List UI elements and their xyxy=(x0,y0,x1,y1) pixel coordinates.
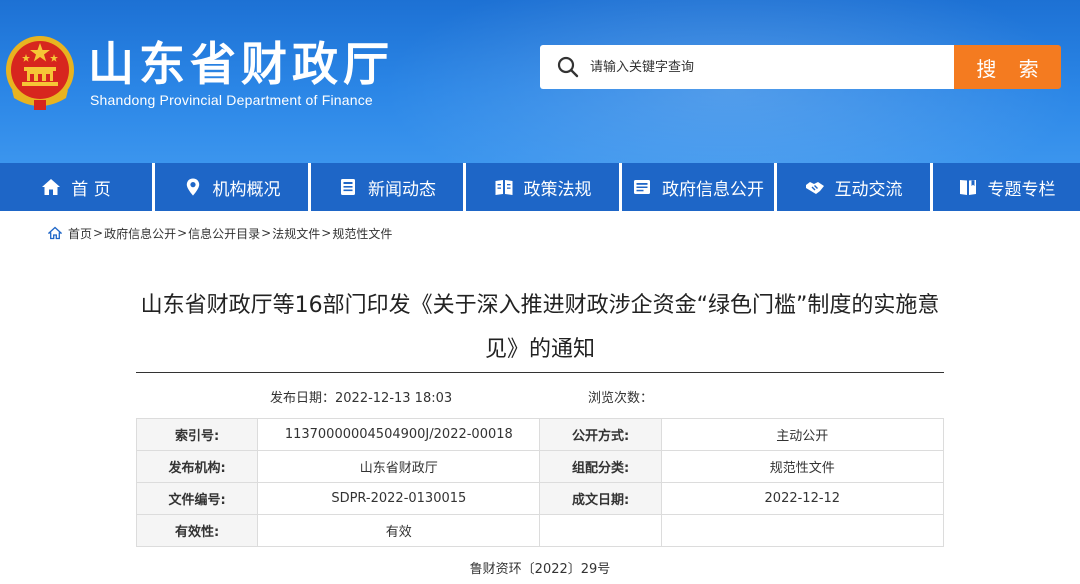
table-row: 有效性: 有效 xyxy=(135,514,945,547)
article-title: 山东省财政厅等16部门印发《关于深入推进财政涉企资金“绿色门槛”制度的实施意见》… xyxy=(140,293,940,362)
table-key: 索引号: xyxy=(135,418,259,451)
nav-item-policy[interactable]: 政策法规 xyxy=(466,163,619,211)
search-input[interactable] xyxy=(590,45,940,89)
table-key: 发布机构: xyxy=(135,450,259,483)
table-key: 公开方式: xyxy=(539,418,662,451)
national-emblem-icon[interactable] xyxy=(4,34,76,112)
table-key: 成文日期: xyxy=(539,482,662,515)
table-value xyxy=(660,514,945,547)
article-meta: 发布日期：2022-12-13 18:03 浏览次数： xyxy=(136,387,944,407)
book-icon xyxy=(495,180,512,195)
nav-item-home[interactable]: 首 页 xyxy=(0,163,152,211)
table-row: 文件编号: SDPR-2022-0130015 成文日期: 2022-12-12 xyxy=(135,482,945,515)
breadcrumb-separator: > xyxy=(177,226,188,240)
table-key xyxy=(539,514,662,547)
nav-item-label: 新闻动态 xyxy=(368,179,436,200)
table-key: 组配分类: xyxy=(539,450,662,483)
breadcrumb-link-home[interactable]: 首页 xyxy=(68,225,92,242)
breadcrumb-link-normative[interactable]: 规范性文件 xyxy=(332,225,392,242)
info-table: 索引号: 11370000004504900J/2022-00018 公开方式:… xyxy=(135,418,945,547)
table-value: 有效 xyxy=(257,514,541,547)
table-row: 发布机构: 山东省财政厅 组配分类: 规范性文件 xyxy=(135,450,945,483)
nav-item-label: 政策法规 xyxy=(523,179,592,200)
search-box xyxy=(540,45,954,89)
home-icon xyxy=(42,179,61,195)
handshake-icon xyxy=(805,182,824,194)
nav-item-label: 政府信息公开 xyxy=(662,179,764,200)
breadcrumb-link-catalog[interactable]: 信息公开目录 xyxy=(188,225,260,242)
breadcrumb-separator: > xyxy=(321,226,332,240)
nav-item-label: 专题专栏 xyxy=(987,179,1056,200)
main-nav: 首 页 机构概况 新闻动态 政策法规 政府信息公开 互动交流 专题专栏 xyxy=(0,163,1080,211)
breadcrumb: 首页 > 政府信息公开 > 信息公开目录 > 法规文件 > 规范性文件 xyxy=(48,224,392,242)
publish-date: 发布日期：2022-12-13 18:03 xyxy=(270,391,453,406)
info-icon xyxy=(634,180,650,194)
nav-item-news[interactable]: 新闻动态 xyxy=(311,163,463,211)
news-icon xyxy=(341,179,355,195)
view-count: 浏览次数： xyxy=(588,391,654,406)
table-value: 2022-12-12 xyxy=(660,482,945,515)
breadcrumb-link-regulations[interactable]: 法规文件 xyxy=(272,225,320,242)
nav-item-label: 互动交流 xyxy=(834,179,903,200)
breadcrumb-link-gov-info[interactable]: 政府信息公开 xyxy=(104,225,176,242)
table-row: 索引号: 11370000004504900J/2022-00018 公开方式:… xyxy=(135,418,945,451)
breadcrumb-separator: > xyxy=(93,226,104,240)
table-value: SDPR-2022-0130015 xyxy=(257,482,541,515)
table-value: 11370000004504900J/2022-00018 xyxy=(257,418,541,451)
title-divider xyxy=(136,372,944,373)
bookmark-icon xyxy=(959,180,976,195)
breadcrumb-home-icon xyxy=(48,226,62,240)
table-value: 主动公开 xyxy=(660,418,945,451)
site-subtitle: Shandong Provincial Department of Financ… xyxy=(90,92,373,108)
location-pin-icon xyxy=(186,178,199,196)
nav-item-label: 首 页 xyxy=(71,179,111,200)
nav-item-special[interactable]: 专题专栏 xyxy=(933,163,1080,211)
document-number: 鲁财资环〔2022〕29号 xyxy=(469,562,611,577)
table-key: 文件编号: xyxy=(135,482,259,515)
search-button[interactable]: 搜 索 xyxy=(954,45,1061,89)
nav-item-about[interactable]: 机构概况 xyxy=(155,163,308,211)
nav-item-interaction[interactable]: 互动交流 xyxy=(777,163,930,211)
nav-item-gov-info[interactable]: 政府信息公开 xyxy=(622,163,774,211)
table-value: 规范性文件 xyxy=(660,450,945,483)
site-title[interactable]: 山东省财政厅 xyxy=(88,36,394,92)
nav-item-label: 机构概况 xyxy=(212,179,281,200)
site-header: 山东省财政厅 Shandong Provincial Department of… xyxy=(0,0,1080,163)
table-value: 山东省财政厅 xyxy=(257,450,541,483)
breadcrumb-separator: > xyxy=(261,226,272,240)
table-key: 有效性: xyxy=(135,514,259,547)
search-icon xyxy=(557,56,579,78)
